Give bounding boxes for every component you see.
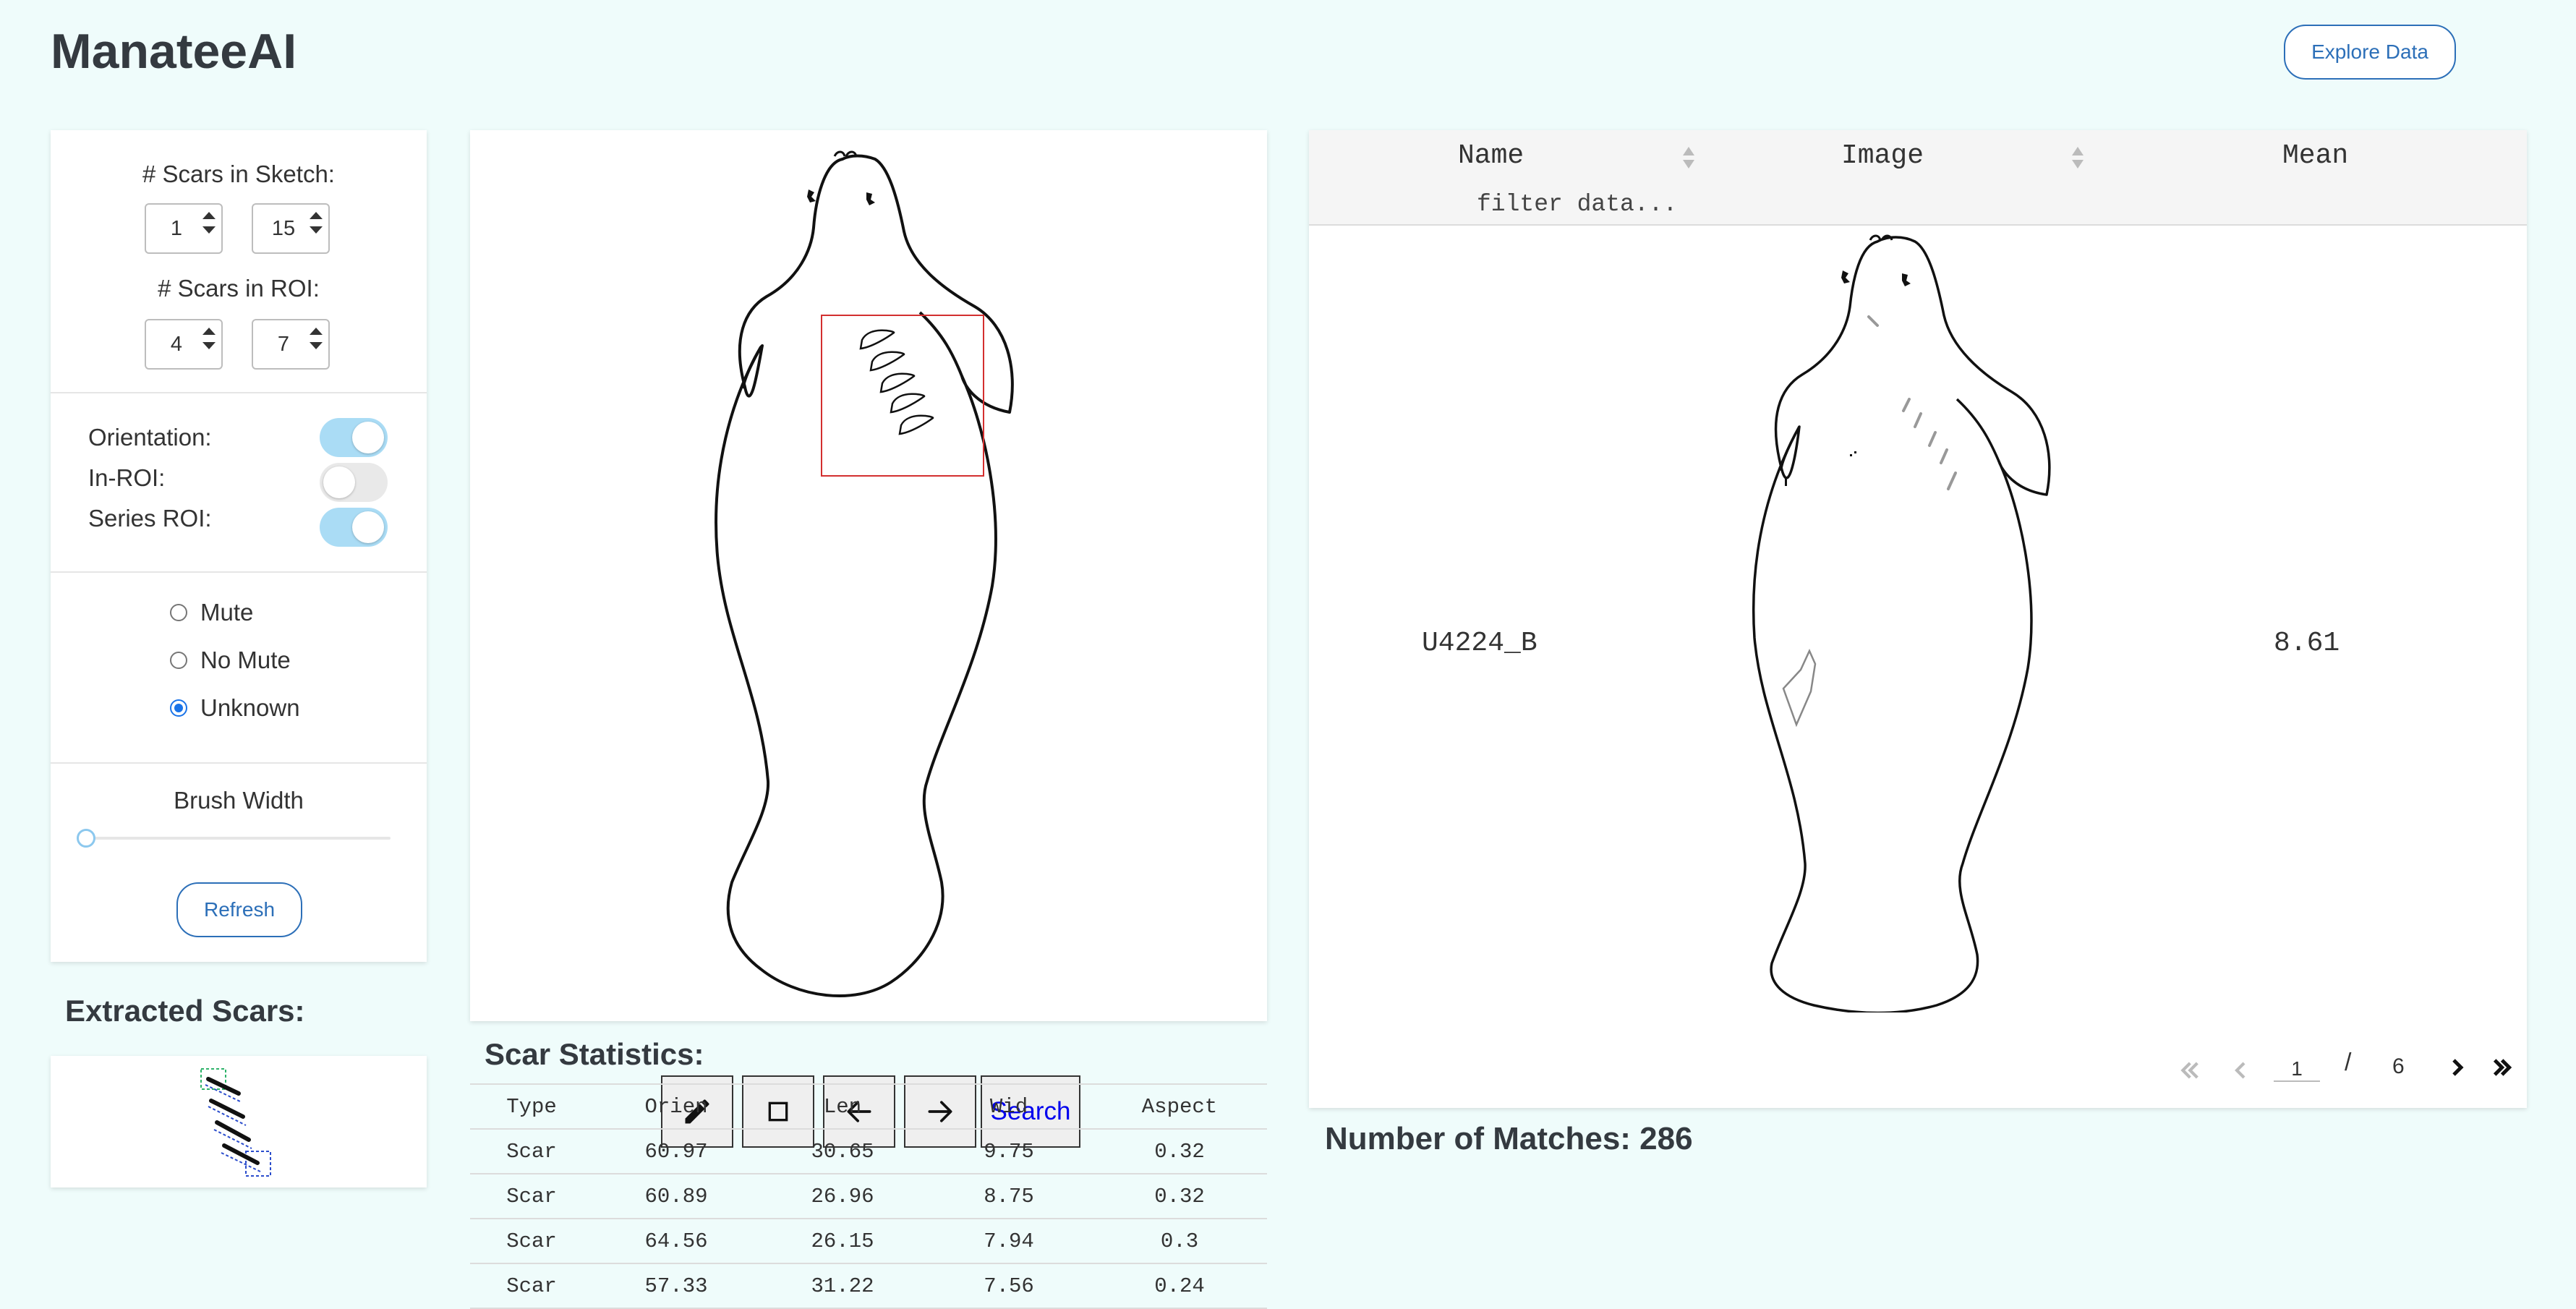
column-header: Type	[470, 1083, 593, 1130]
radio-mute[interactable]: Mute	[170, 599, 253, 626]
brush-width-slider-track[interactable]	[85, 837, 391, 840]
results-table: Name Image Mean filter data... U4224_B 8…	[1309, 130, 2527, 1108]
table-cell: Scar	[470, 1263, 593, 1309]
stepper-arrows-icon[interactable]	[310, 328, 323, 349]
radio-unknown[interactable]: Unknown	[170, 694, 300, 722]
scars-in-sketch-max-input[interactable]: 15	[252, 203, 330, 254]
page-separator: /	[2345, 1049, 2352, 1076]
table-cell: 30.65	[759, 1129, 926, 1174]
refresh-button[interactable]: Refresh	[176, 882, 302, 937]
manatee-outline-drawing[interactable]	[470, 130, 1267, 1021]
double-chevron-left-icon[interactable]	[2177, 1056, 2206, 1085]
column-header: Wid	[926, 1083, 1092, 1130]
scars-in-sketch-label: # Scars in Sketch:	[142, 161, 335, 187]
radio-button[interactable]	[170, 652, 187, 669]
series-roi-toggle[interactable]	[320, 508, 388, 547]
table-cell: 57.33	[593, 1263, 759, 1309]
double-chevron-right-icon[interactable]	[2486, 1053, 2515, 1082]
table-cell: 7.94	[926, 1219, 1092, 1264]
result-manatee-image[interactable]	[1676, 231, 2081, 1012]
table-cell: 64.56	[593, 1219, 759, 1264]
series-roi-toggle-label: Series ROI:	[88, 505, 212, 532]
app-title: ManateeAI	[51, 24, 297, 79]
table-header-row: Type Orien Len Wid Aspect	[470, 1083, 1267, 1130]
table-cell: Scar	[470, 1219, 593, 1264]
table-cell: Scar	[470, 1129, 593, 1174]
column-header: Len	[759, 1083, 926, 1130]
in-roi-toggle-label: In-ROI:	[88, 464, 166, 491]
stepper-arrows-icon[interactable]	[310, 212, 323, 234]
scars-in-roi-min-input[interactable]: 4	[145, 319, 223, 370]
result-mean: 8.61	[2274, 628, 2340, 659]
column-header: Orien	[593, 1083, 759, 1130]
stepper-arrows-icon[interactable]	[202, 328, 216, 349]
sort-icon[interactable]	[2070, 145, 2086, 171]
table-cell: 0.32	[1092, 1174, 1267, 1219]
radio-button[interactable]	[170, 604, 187, 621]
radio-button[interactable]	[170, 699, 187, 717]
page-total: 6	[2392, 1054, 2405, 1078]
divider	[51, 392, 427, 393]
table-cell: 7.56	[926, 1263, 1092, 1309]
table-cell: 0.24	[1092, 1263, 1267, 1309]
table-cell: 0.3	[1092, 1219, 1267, 1264]
chevron-right-icon[interactable]	[2443, 1053, 2472, 1082]
column-header-image[interactable]: Image	[1841, 140, 1924, 171]
column-header-mean[interactable]: Mean	[2282, 140, 2348, 171]
scars-in-sketch-min-input[interactable]: 1	[145, 203, 223, 254]
radio-no-mute[interactable]: No Mute	[170, 647, 291, 674]
table-cell: 31.22	[759, 1263, 926, 1309]
results-header-row: Name Image Mean	[1309, 130, 2527, 187]
scar-statistics-table: Type Orien Len Wid Aspect Scar 60.97 30.…	[470, 1083, 1267, 1309]
sketch-canvas[interactable]: Search	[470, 130, 1267, 1148]
in-roi-toggle[interactable]	[320, 463, 388, 502]
table-row: Scar 57.33 31.22 7.56 0.24	[470, 1263, 1267, 1309]
table-cell: 26.15	[759, 1219, 926, 1264]
stepper-arrows-icon[interactable]	[202, 212, 216, 234]
result-name: U4224_B	[1422, 628, 1538, 659]
extracted-scars-image	[200, 1068, 271, 1177]
explore-data-button[interactable]: Explore Data	[2284, 25, 2456, 80]
number-of-matches: Number of Matches: 286	[1325, 1121, 1693, 1156]
table-cell: 26.96	[759, 1174, 926, 1219]
divider	[51, 762, 427, 764]
divider	[51, 571, 427, 573]
table-cell: 0.32	[1092, 1129, 1267, 1174]
table-cell: Scar	[470, 1174, 593, 1219]
table-cell: 9.75	[926, 1129, 1092, 1174]
sort-icon[interactable]	[1681, 145, 1697, 171]
extracted-scars-panel	[51, 1056, 427, 1188]
scars-in-roi-max-input[interactable]: 7	[252, 319, 330, 370]
filter-input[interactable]: filter data...	[1309, 185, 2527, 226]
extracted-scars-title: Extracted Scars:	[65, 994, 305, 1028]
page-number-input[interactable]: 1	[2274, 1057, 2320, 1082]
orientation-toggle-label: Orientation:	[88, 424, 212, 451]
column-header-name[interactable]: Name	[1458, 140, 1524, 171]
table-cell: 60.89	[593, 1174, 759, 1219]
filter-sidebar: # Scars in Sketch: 1 15 # Scars in ROI: …	[51, 130, 427, 962]
orientation-toggle[interactable]	[320, 418, 388, 457]
chevron-left-icon[interactable]	[2226, 1056, 2255, 1085]
brush-width-slider-thumb[interactable]	[77, 829, 95, 848]
table-row: Scar 60.89 26.96 8.75 0.32	[470, 1174, 1267, 1219]
brush-width-label: Brush Width	[174, 787, 304, 814]
table-cell: 60.97	[593, 1129, 759, 1174]
table-row: Scar 60.97 30.65 9.75 0.32	[470, 1129, 1267, 1174]
column-header: Aspect	[1092, 1083, 1267, 1130]
scars-in-roi-label: # Scars in ROI:	[158, 275, 320, 302]
table-row: Scar 64.56 26.15 7.94 0.3	[470, 1219, 1267, 1264]
table-cell: 8.75	[926, 1174, 1092, 1219]
scar-statistics-title: Scar Statistics:	[485, 1037, 704, 1071]
